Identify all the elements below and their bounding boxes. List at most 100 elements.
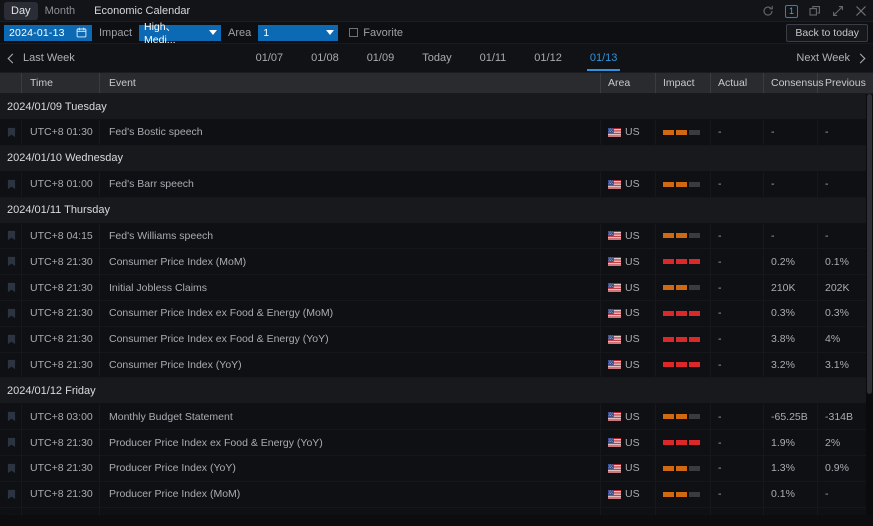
next-week-button[interactable]: Next Week <box>796 52 864 64</box>
table-row[interactable]: UTC+8 21:30 Producer Price Index (MoM) U… <box>0 482 873 508</box>
row-actual: - <box>711 508 764 515</box>
table-row[interactable]: UTC+8 21:30 Consumer Price Index (MoM) U… <box>0 249 873 275</box>
tab-month[interactable]: Month <box>38 2 83 20</box>
impact-filter-label: Impact <box>99 27 132 39</box>
impact-filter-select[interactable]: High、Medi... <box>139 25 221 41</box>
day-tab-3[interactable]: Today <box>408 46 465 71</box>
row-event[interactable]: Fed's Bostic speech <box>100 120 601 145</box>
table-row[interactable]: UTC+8 04:15 Fed's Williams speech US - -… <box>0 224 873 250</box>
impact-bar <box>676 492 687 497</box>
table-row[interactable]: UTC+8 21:30 Producer Price Index ex Food… <box>0 430 873 456</box>
impact-bar <box>663 285 674 290</box>
tab-day[interactable]: Day <box>4 2 38 20</box>
row-bookmark-cell[interactable] <box>0 482 22 507</box>
day-tab-5[interactable]: 01/12 <box>520 46 576 71</box>
scrollbar-thumb[interactable] <box>867 94 872 394</box>
row-event[interactable]: Consumer Price Index ex Food & Energy (Y… <box>100 327 601 352</box>
row-event[interactable]: Fed's Williams speech <box>100 224 601 249</box>
row-event[interactable]: Fed's Barr speech <box>100 172 601 197</box>
calendar-table-body[interactable]: 2024/01/09 Tuesday UTC+8 01:30 Fed's Bos… <box>0 94 873 515</box>
day-tabs: 01/07 01/08 01/09 Today 01/11 01/12 01/1… <box>0 46 873 71</box>
impact-bar <box>663 414 674 419</box>
table-row[interactable]: UTC+8 21:30 Consumer Price Index ex Food… <box>0 301 873 327</box>
table-row[interactable]: UTC+8 03:00 Monthly Budget Statement US … <box>0 404 873 430</box>
row-impact <box>656 508 711 515</box>
vertical-scrollbar[interactable] <box>866 94 873 515</box>
table-row[interactable]: UTC+8 21:30 Initial Jobless Claims US - … <box>0 275 873 301</box>
row-event[interactable]: Producer Price Index (YoY) <box>100 456 601 481</box>
row-impact <box>656 249 711 274</box>
row-consensus: 0.2% <box>764 249 818 274</box>
row-bookmark-cell[interactable] <box>0 172 22 197</box>
row-bookmark-cell[interactable] <box>0 508 22 515</box>
us-flag-icon <box>608 464 621 473</box>
row-actual: - <box>711 430 764 455</box>
row-bookmark-cell[interactable] <box>0 353 22 378</box>
table-header-row: Time Event Area Impact Actual Consensus … <box>0 73 873 94</box>
row-event[interactable]: Monthly Budget Statement <box>100 404 601 429</box>
row-previous: - <box>818 224 873 249</box>
impact-indicator <box>663 259 700 264</box>
table-row[interactable]: UTC+8 01:00 Fed's Barr speech US - - - <box>0 172 873 198</box>
expand-icon[interactable] <box>832 5 844 17</box>
row-impact <box>656 353 711 378</box>
us-flag-icon <box>608 283 621 292</box>
impact-bar <box>676 259 687 264</box>
date-picker-input[interactable]: 2024-01-13 <box>4 25 92 41</box>
bookmark-icon <box>7 437 16 448</box>
row-previous: - <box>818 508 873 515</box>
row-bookmark-cell[interactable] <box>0 430 22 455</box>
us-flag-icon <box>608 257 621 266</box>
row-time: UTC+8 21:30 <box>22 508 100 515</box>
row-bookmark-cell[interactable] <box>0 249 22 274</box>
row-area-label: US <box>625 282 640 294</box>
last-week-button[interactable]: Last Week <box>9 52 75 64</box>
row-event[interactable]: Consumer Price Index ex Food & Energy (M… <box>100 301 601 326</box>
favorite-filter-toggle[interactable]: Favorite <box>349 27 403 39</box>
refresh-icon[interactable] <box>762 5 774 17</box>
row-event[interactable]: Initial Jobless Claims <box>100 275 601 300</box>
favorite-checkbox[interactable] <box>349 28 358 37</box>
impact-bar <box>689 337 700 342</box>
chevron-down-icon <box>326 30 334 35</box>
day-tab-2[interactable]: 01/09 <box>353 46 409 71</box>
bookmark-icon <box>7 463 16 474</box>
row-consensus: 0.2% <box>764 508 818 515</box>
row-event[interactable]: Producer Price Index ex Food & Energy (Y… <box>100 430 601 455</box>
restore-icon[interactable] <box>809 5 821 17</box>
row-bookmark-cell[interactable] <box>0 404 22 429</box>
area-filter-select[interactable]: 1 <box>258 25 338 41</box>
back-to-today-button[interactable]: Back to today <box>786 24 868 42</box>
table-row[interactable]: UTC+8 01:30 Fed's Bostic speech US - - - <box>0 120 873 146</box>
row-event[interactable]: Producer Price Index ex Food & Energy (M… <box>100 508 601 515</box>
table-row[interactable]: UTC+8 21:30 Producer Price Index (YoY) U… <box>0 456 873 482</box>
table-row[interactable]: UTC+8 21:30 Producer Price Index ex Food… <box>0 508 873 515</box>
area-filter-value: 1 <box>263 27 269 39</box>
day-tab-0[interactable]: 01/07 <box>242 46 298 71</box>
row-impact <box>656 120 711 145</box>
window-count-badge[interactable]: 1 <box>785 5 798 18</box>
row-event[interactable]: Producer Price Index (MoM) <box>100 482 601 507</box>
row-bookmark-cell[interactable] <box>0 456 22 481</box>
row-bookmark-cell[interactable] <box>0 224 22 249</box>
row-event[interactable]: Consumer Price Index (MoM) <box>100 249 601 274</box>
impact-bar <box>676 466 687 471</box>
table-row[interactable]: UTC+8 21:30 Consumer Price Index (YoY) U… <box>0 353 873 379</box>
column-header-bookmark <box>0 73 22 93</box>
row-event[interactable]: Consumer Price Index (YoY) <box>100 353 601 378</box>
table-row[interactable]: UTC+8 21:30 Consumer Price Index ex Food… <box>0 327 873 353</box>
row-bookmark-cell[interactable] <box>0 275 22 300</box>
row-bookmark-cell[interactable] <box>0 301 22 326</box>
row-bookmark-cell[interactable] <box>0 327 22 352</box>
close-icon[interactable] <box>855 5 867 17</box>
row-bookmark-cell[interactable] <box>0 120 22 145</box>
row-consensus: 210K <box>764 275 818 300</box>
day-tab-6[interactable]: 01/13 <box>576 46 632 71</box>
impact-indicator <box>663 492 700 497</box>
impact-bar <box>663 130 674 135</box>
day-tab-4[interactable]: 01/11 <box>466 46 521 71</box>
impact-bar <box>676 182 687 187</box>
column-header-consensus: Consensus <box>764 73 818 93</box>
row-area: US <box>601 275 656 300</box>
day-tab-1[interactable]: 01/08 <box>297 46 353 71</box>
